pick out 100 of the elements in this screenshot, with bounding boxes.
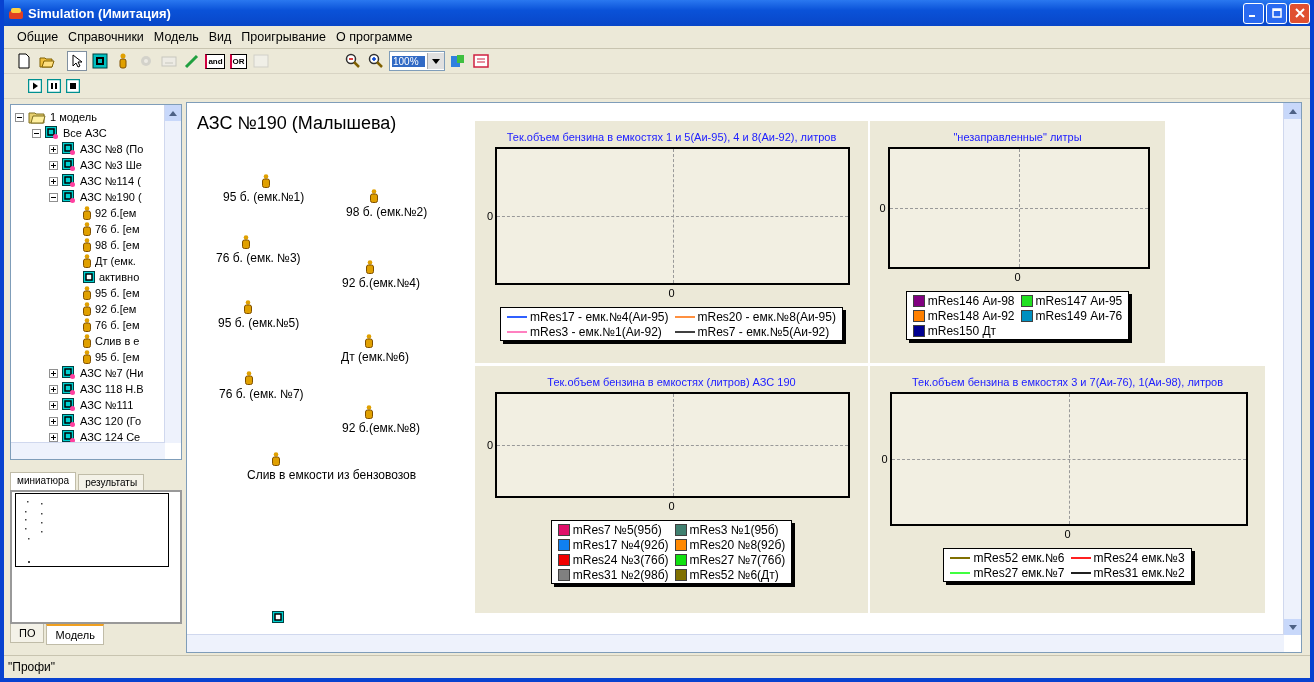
station-icon <box>62 382 76 396</box>
tree-item[interactable]: АЗС 124 Се <box>80 431 141 443</box>
tree-item[interactable]: 76 б. [ем <box>95 319 140 331</box>
stop-button[interactable] <box>66 79 80 93</box>
tree-item[interactable]: АЗС №111 <box>80 399 134 411</box>
person-icon[interactable] <box>366 260 374 274</box>
tree-item[interactable]: Слив в е <box>95 335 140 347</box>
menu-item[interactable]: Проигрывание <box>236 30 331 44</box>
tree-item[interactable]: АЗС №190 ( <box>80 191 142 203</box>
pointer-tool-button[interactable] <box>67 51 87 71</box>
bottom-tab[interactable]: ПО <box>10 624 45 643</box>
person-icon[interactable] <box>242 235 250 249</box>
tree-item[interactable]: АЗС №114 ( <box>80 175 141 187</box>
pause-button[interactable] <box>47 79 61 93</box>
person-icon[interactable] <box>365 405 373 419</box>
person-icon[interactable] <box>244 300 252 314</box>
pointer-icon <box>69 53 85 69</box>
tree-item[interactable]: 98 б. [ем <box>95 239 140 251</box>
collapse-toggle[interactable] <box>32 128 41 138</box>
station-icon <box>62 366 76 380</box>
x-tick-label: 0 <box>1063 528 1072 540</box>
legend-label: mRes24 №3(76б) <box>572 552 669 567</box>
tree-item[interactable]: 95 б. [ем <box>95 287 140 299</box>
x-tick-label: 0 <box>1013 271 1022 283</box>
person-icon <box>83 334 91 348</box>
menu-item[interactable]: О программе <box>331 30 418 44</box>
bottom-tab[interactable]: Модель <box>46 624 104 645</box>
chart-tool-button[interactable] <box>471 51 491 71</box>
station-tool-button[interactable] <box>90 51 110 71</box>
expand-toggle[interactable] <box>49 384 58 394</box>
person-icon[interactable] <box>272 452 280 466</box>
panel-tab[interactable]: результаты <box>78 474 145 490</box>
gate-button[interactable]: OR <box>228 51 248 71</box>
person-icon <box>83 238 91 252</box>
menu-item[interactable]: Модель <box>148 30 204 44</box>
legend-label: mRes20 №8(92б) <box>689 537 786 552</box>
tree-item[interactable]: АЗС №3 Ше <box>80 159 142 171</box>
tree-item[interactable]: 95 б. [ем <box>95 351 140 363</box>
tree-item[interactable]: АЗС №7 (Ни <box>80 367 144 379</box>
close-button[interactable] <box>1289 2 1310 24</box>
export-icon <box>450 53 466 69</box>
legend-label: mRes52 емк.№6 <box>973 550 1065 565</box>
block-icon <box>83 271 95 283</box>
node-label: 95 б. (емк.№1) <box>223 190 305 204</box>
panel-icon <box>161 53 177 69</box>
block-icon[interactable] <box>272 611 284 623</box>
status-text: "Профи" <box>8 660 56 674</box>
x-tick-label: 0 <box>667 287 676 299</box>
scroll-down-icon[interactable] <box>1288 624 1297 630</box>
menu-item[interactable]: Справочники <box>63 30 149 44</box>
y-tick-label: 0 <box>485 210 494 222</box>
zoom-in-icon <box>368 53 384 69</box>
gate-button[interactable]: and <box>205 51 225 71</box>
tree-item[interactable]: Все АЗС <box>63 127 107 139</box>
person-icon[interactable] <box>262 174 270 188</box>
maximize-button[interactable] <box>1266 2 1287 24</box>
zoom-combo[interactable]: 100% <box>389 51 445 71</box>
person-icon[interactable] <box>370 189 378 203</box>
collapse-toggle[interactable] <box>15 112 24 122</box>
tree-item[interactable]: 76 б. [ем <box>95 223 140 235</box>
station-icon <box>62 190 76 204</box>
tree-item[interactable]: АЗС №8 (По <box>80 143 144 155</box>
expand-toggle[interactable] <box>49 176 58 186</box>
scroll-up-icon[interactable] <box>169 110 177 116</box>
expand-toggle[interactable] <box>49 400 58 410</box>
legend-label: mRes31 №2(98б) <box>572 567 669 582</box>
legend-label: mRes149 Аи-76 <box>1035 308 1123 323</box>
expand-toggle[interactable] <box>49 416 58 426</box>
tree-item[interactable]: 92 б.[ем <box>95 303 137 315</box>
expand-toggle[interactable] <box>49 144 58 154</box>
tree-item[interactable]: АЗС 120 (Го <box>80 415 142 427</box>
person-icon[interactable] <box>365 334 373 348</box>
person-icon <box>83 254 91 268</box>
play-button[interactable] <box>28 79 42 93</box>
tree-item[interactable]: 1 модель <box>50 111 97 123</box>
vertical-scrollbar[interactable] <box>164 105 181 443</box>
panel-tab[interactable]: миниатюра <box>10 472 77 490</box>
chart-title: Тек.объем бензина в емкостях 1 и 5(Аи-95), 4 и 8(Аи-92), литров <box>506 131 837 145</box>
tree-item[interactable]: АЗС 118 Н.В <box>80 383 144 395</box>
collapse-toggle[interactable] <box>49 192 58 202</box>
pause-icon <box>47 79 61 93</box>
folder-icon <box>28 110 46 124</box>
expand-toggle[interactable] <box>49 368 58 378</box>
node-label: 98 б. (емк.№2) <box>346 205 428 219</box>
gear-icon <box>138 53 154 69</box>
station-icon <box>62 158 76 172</box>
tree-item[interactable]: активно <box>99 271 140 283</box>
menu-item[interactable]: Общие <box>12 30 64 44</box>
menu-item[interactable]: Вид <box>203 30 237 44</box>
minimize-button[interactable] <box>1243 2 1264 24</box>
chart-icon <box>473 53 489 69</box>
expand-toggle[interactable] <box>49 160 58 170</box>
expand-toggle[interactable] <box>49 432 58 442</box>
tree-item[interactable]: Дт (емк. <box>95 255 136 267</box>
vertical-scrollbar[interactable] <box>1283 103 1301 635</box>
tree-item[interactable]: 92 б.[ем <box>95 207 137 219</box>
horizontal-scrollbar[interactable] <box>187 634 1284 652</box>
horizontal-scrollbar[interactable] <box>11 442 165 459</box>
person-icon[interactable] <box>245 371 253 385</box>
scroll-up-icon[interactable] <box>1288 108 1297 114</box>
